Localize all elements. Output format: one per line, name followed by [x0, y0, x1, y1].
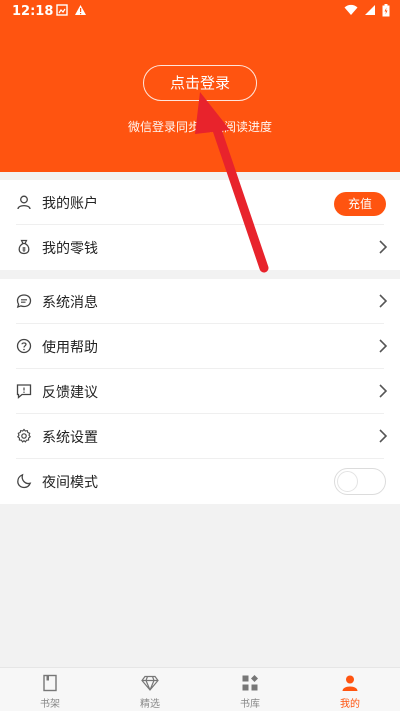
library-grid-icon [242, 675, 258, 691]
settings-row[interactable]: 系统设置 [0, 414, 400, 459]
tab-bookshelf[interactable]: 书架 [0, 668, 100, 711]
battery-icon [382, 4, 390, 17]
status-bar: 12:18 [0, 0, 400, 24]
gear-icon [17, 428, 31, 443]
chevron-right-icon [379, 339, 388, 353]
night-mode-row: 夜间模式 [0, 459, 400, 504]
chevron-right-icon [379, 294, 388, 308]
help-row[interactable]: 使用帮助 [0, 324, 400, 369]
tab-label: 书库 [240, 699, 260, 710]
my-change-row[interactable]: 我的零钱 [0, 225, 400, 270]
menu-section: 系统消息 使用帮助 反馈建议 系统设置 夜间模式 [0, 279, 400, 504]
tab-label: 书架 [40, 699, 60, 710]
feedback-row[interactable]: 反馈建议 [0, 369, 400, 414]
my-change-label: 我的零钱 [42, 241, 98, 257]
login-button[interactable]: 点击登录 [143, 65, 257, 101]
diamond-icon [141, 675, 159, 691]
wifi-icon [344, 4, 358, 15]
help-circle-icon [16, 338, 32, 354]
moon-icon [17, 473, 32, 489]
chevron-right-icon [379, 240, 388, 254]
tab-featured[interactable]: 精选 [100, 668, 200, 711]
my-account-label: 我的账户 [42, 196, 98, 212]
photo-notification-icon [56, 4, 68, 16]
tab-mine[interactable]: 我的 [300, 668, 400, 711]
warning-icon [75, 5, 86, 15]
account-section: 我的账户 充值 我的零钱 [0, 180, 400, 270]
my-account-row[interactable]: 我的账户 充值 [0, 180, 400, 225]
settings-label: 系统设置 [42, 430, 98, 446]
feedback-label: 反馈建议 [42, 385, 98, 401]
chevron-right-icon [379, 384, 388, 398]
night-mode-label: 夜间模式 [42, 475, 98, 491]
person-icon [342, 675, 358, 691]
tab-label: 精选 [140, 699, 160, 710]
system-messages-label: 系统消息 [42, 295, 98, 311]
tab-library[interactable]: 书库 [200, 668, 300, 711]
message-bubble-icon [16, 294, 32, 309]
user-icon [17, 195, 31, 210]
system-messages-row[interactable]: 系统消息 [0, 279, 400, 324]
money-bag-icon [18, 239, 30, 255]
night-mode-toggle[interactable] [334, 468, 386, 495]
chevron-right-icon [379, 429, 388, 443]
help-label: 使用帮助 [42, 340, 98, 356]
recharge-button[interactable]: 充值 [334, 192, 386, 216]
profile-header: 12:18 点击登录 微信登录同步云端阅读进度 [0, 0, 400, 172]
toggle-knob [337, 471, 358, 492]
login-hint-text: 微信登录同步云端阅读进度 [127, 120, 272, 134]
status-time: 12:18 [12, 4, 54, 19]
tab-label: 我的 [340, 699, 360, 710]
feedback-icon [16, 384, 32, 399]
signal-icon [365, 5, 375, 15]
bookshelf-icon [43, 674, 57, 692]
bottom-tab-bar: 书架 精选 书库 我的 [0, 667, 400, 711]
